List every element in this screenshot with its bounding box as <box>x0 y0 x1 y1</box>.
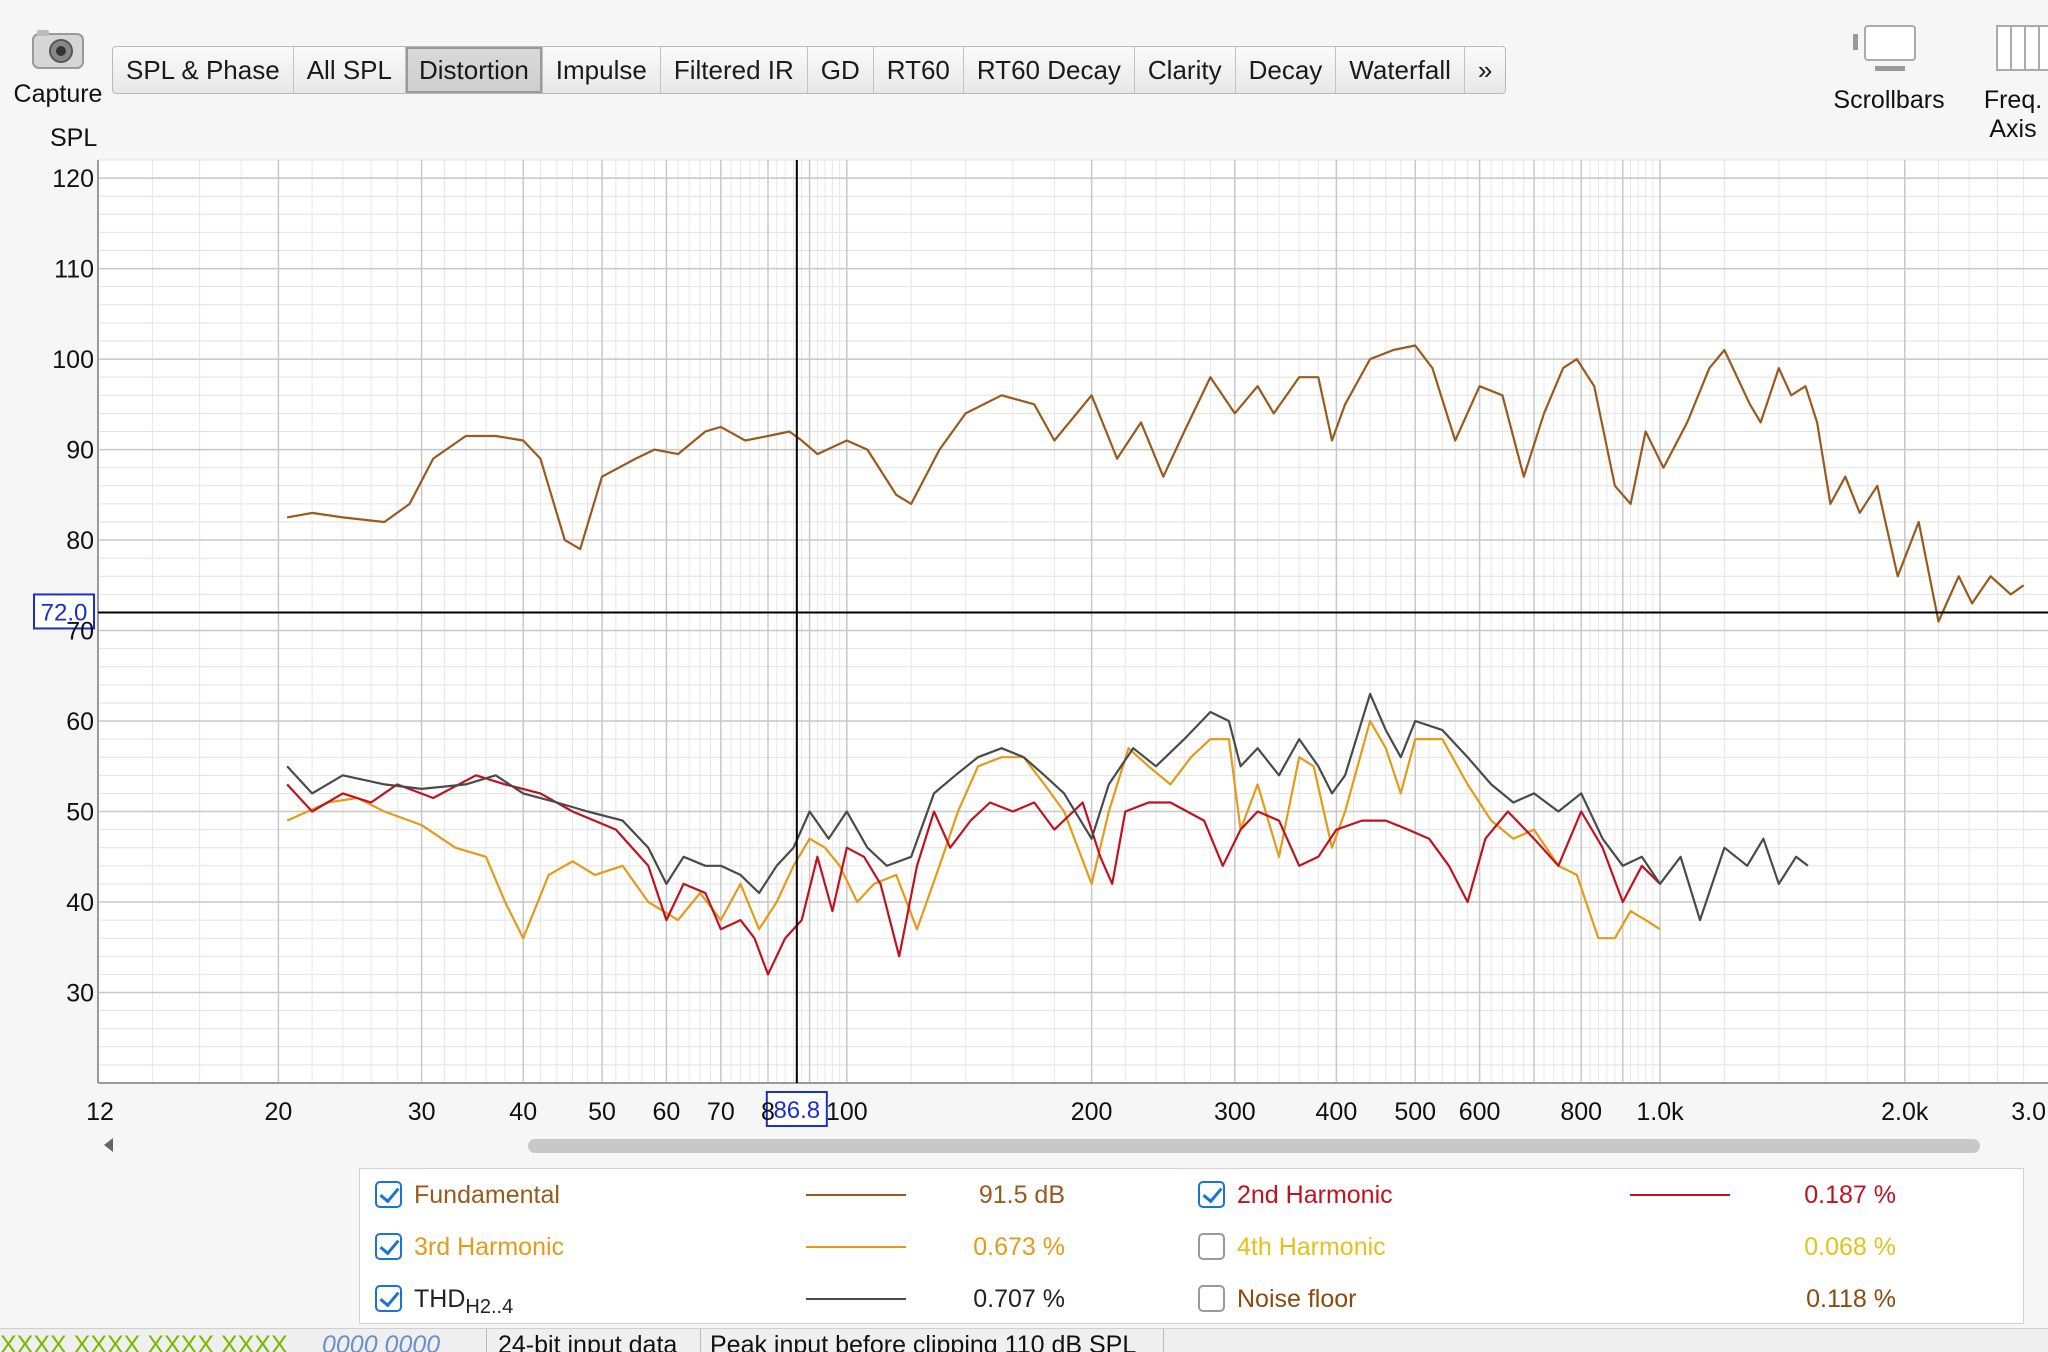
x-tick-label: 100 <box>826 1098 868 1126</box>
y-tick-label: 70 <box>66 618 94 646</box>
x-tick-label: 40 <box>509 1098 537 1126</box>
y-axis-title: SPL <box>50 124 98 152</box>
input-meter: XXXX XXXX XXXX XXXX <box>0 1331 288 1352</box>
freq-axis-icon <box>1958 24 2048 74</box>
legend-fundamental-value: 91.5 dB <box>978 1181 1065 1209</box>
tab-impulse[interactable]: Impulse <box>543 47 661 93</box>
x-tick-label: 800 <box>1560 1098 1602 1126</box>
tab-decay[interactable]: Decay <box>1236 47 1337 93</box>
legend-thd-subscript: H2..4 <box>465 1296 514 1318</box>
peak-input-info: Peak input before clipping 110 dB SPL <box>710 1331 1137 1352</box>
tab-rt60[interactable]: RT60 <box>874 47 964 93</box>
x-tick-label: 300 <box>1214 1098 1256 1126</box>
fundamental-line-swatch <box>806 1194 906 1196</box>
legend-noise-floor-label: Noise floor <box>1237 1285 1357 1313</box>
top-text-strip <box>0 0 2048 8</box>
legend-3rd-harmonic-value: 0.673 % <box>973 1233 1065 1261</box>
x-tick-label: 50 <box>588 1098 616 1126</box>
legend-4th-harmonic-value: 0.068 % <box>1804 1233 1896 1261</box>
x-tick-label: 400 <box>1316 1098 1358 1126</box>
graph-tab-bar: SPL & Phase All SPL Distortion Impulse Filte… <box>112 46 1507 94</box>
y-tick-label: 50 <box>66 799 94 827</box>
more-tabs-button[interactable]: » <box>1465 47 1505 93</box>
x-tick-label: 30 <box>408 1098 436 1126</box>
tab-waterfall[interactable]: Waterfall <box>1336 47 1465 93</box>
legend-row: 3rd Harmonic 0.673 % 4th Harmonic 0.068 … <box>360 1221 2023 1273</box>
scrollbars-icon <box>1826 24 1952 74</box>
input-format: 24-bit input data <box>498 1331 678 1352</box>
legend-4th-harmonic-label: 4th Harmonic <box>1237 1233 1386 1261</box>
thd-checkbox[interactable] <box>375 1285 402 1312</box>
legend-2nd-harmonic-label: 2nd Harmonic <box>1237 1181 1393 1209</box>
legend-panel: Fundamental 91.5 dB 2nd Harmonic 0.187 %… <box>359 1168 2024 1324</box>
3rd-harmonic-checkbox[interactable] <box>375 1233 402 1260</box>
thd-line-swatch <box>806 1298 906 1300</box>
tab-rt60-decay[interactable]: RT60 Decay <box>964 47 1135 93</box>
tab-clarity[interactable]: Clarity <box>1135 47 1236 93</box>
x-tick-label: 20 <box>265 1098 293 1126</box>
y-tick-label: 60 <box>66 708 94 736</box>
legend-2nd-harmonic-value: 0.187 % <box>1804 1181 1896 1209</box>
freq-axis-label: Freq. Axis <box>1983 86 2043 143</box>
fundamental-checkbox[interactable] <box>375 1181 402 1208</box>
scrollbars-toggle[interactable]: Scrollbars <box>1826 24 1952 115</box>
camera-icon <box>31 28 85 70</box>
y-tick-label: 30 <box>66 980 94 1008</box>
scrollbars-label: Scrollbars <box>1833 86 1945 114</box>
x-tick-label: 12 <box>86 1098 114 1126</box>
horizontal-scrollbar[interactable] <box>100 1136 2048 1156</box>
y-tick-label: 40 <box>66 889 94 917</box>
scroll-left-arrow-icon[interactable] <box>104 1138 113 1152</box>
y-tick-label: 90 <box>66 437 94 465</box>
capture-button[interactable]: Capture <box>8 24 108 114</box>
input-meter-secondary: 0000 0000 <box>322 1331 441 1352</box>
legend-fundamental-label: Fundamental <box>414 1181 560 1209</box>
2nd-harmonic-line-swatch <box>1630 1194 1730 1196</box>
noise-floor-checkbox[interactable] <box>1198 1285 1225 1312</box>
legend-3rd-harmonic-label: 3rd Harmonic <box>414 1233 565 1261</box>
3rd-harmonic-line-swatch <box>806 1246 906 1248</box>
y-tick-label: 110 <box>54 256 94 284</box>
4th-harmonic-checkbox[interactable] <box>1198 1233 1225 1260</box>
y-tick-label: 120 <box>52 165 94 193</box>
legend-row: Fundamental 91.5 dB 2nd Harmonic 0.187 % <box>360 1169 2023 1221</box>
legend-thd-label: THDH2..4 <box>414 1273 513 1333</box>
legend-thd-value: 0.707 % <box>973 1285 1065 1313</box>
freq-axis-toggle[interactable]: Freq. Axis <box>1958 24 2048 144</box>
capture-label: Capture <box>13 80 103 108</box>
tab-distortion[interactable]: Distortion <box>405 47 543 93</box>
x-tick-label: 8 <box>761 1098 775 1126</box>
x-tick-label: 2.0k <box>1881 1098 1929 1126</box>
y-tick-label: 100 <box>52 346 94 374</box>
x-tick-label: 70 <box>707 1098 735 1126</box>
scrollbar-thumb[interactable] <box>528 1139 1980 1153</box>
x-tick-label: 600 <box>1459 1098 1501 1126</box>
2nd-harmonic-checkbox[interactable] <box>1198 1181 1225 1208</box>
tab-filtered-ir[interactable]: Filtered IR <box>661 47 808 93</box>
plot-background <box>98 160 2048 1083</box>
x-tick-label: 1.0k <box>1636 1098 1684 1126</box>
legend-thd-name: THD <box>414 1285 466 1313</box>
plot-grid <box>97 159 2048 1084</box>
y-tick-label: 80 <box>66 527 94 555</box>
x-tick-label: 200 <box>1071 1098 1113 1126</box>
distortion-plot[interactable]: 72.086.8 1201101009080706050403012 20 30 40… <box>0 150 2048 1135</box>
tab-gd[interactable]: GD <box>808 47 874 93</box>
cursor-x-readout: 86.8 <box>773 1097 820 1124</box>
x-tick-label: 500 <box>1394 1098 1436 1126</box>
tab-spl-phase[interactable]: SPL & Phase <box>113 47 294 93</box>
status-bar: XXXX XXXX XXXX XXXX 0000 0000 24-bit inp… <box>0 1328 2048 1352</box>
x-tick-label: 3.0 <box>2011 1098 2046 1126</box>
legend-row: THDH2..4 0.707 % Noise floor 0.118 % <box>360 1273 2023 1325</box>
x-tick-label: 60 <box>652 1098 680 1126</box>
legend-noise-floor-value: 0.118 % <box>1806 1285 1896 1313</box>
tab-all-spl[interactable]: All SPL <box>294 47 406 93</box>
